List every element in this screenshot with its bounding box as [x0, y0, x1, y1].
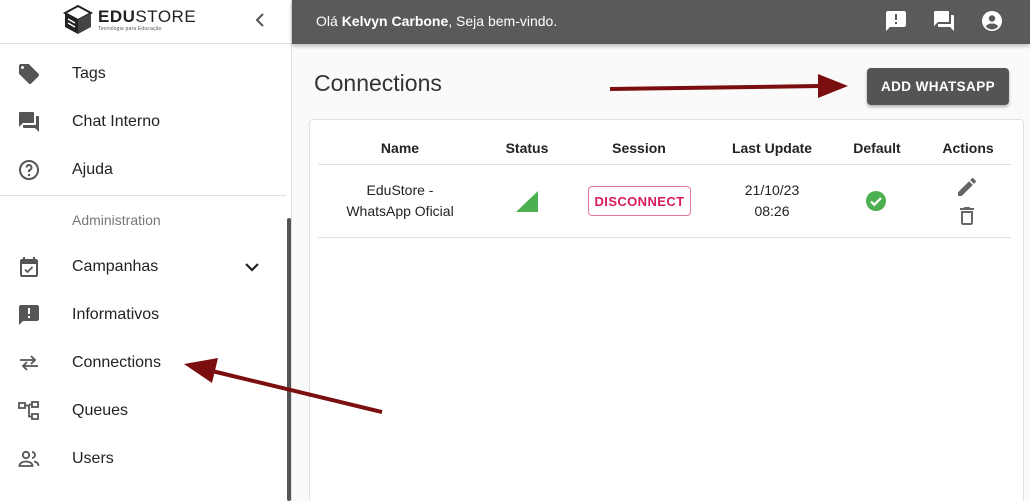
greeting-text: Olá Kelvyn Carbone, Seja bem-vindo.: [316, 13, 558, 29]
sidebar-item-informativos[interactable]: Informativos: [0, 291, 286, 339]
sidebar-item-chat-interno[interactable]: Chat Interno: [0, 98, 286, 146]
sidebar-divider: [0, 195, 286, 196]
sidebar-item-ajuda[interactable]: Ajuda: [0, 146, 286, 194]
chevron-down-icon[interactable]: [242, 255, 262, 279]
arrow-to-add-button: [609, 84, 821, 91]
forum-icon: [19, 112, 39, 132]
column-header-name: Name: [380, 140, 420, 156]
column-header-last-update: Last Update: [731, 140, 813, 156]
app-bar: Olá Kelvyn Carbone, Seja bem-vindo.: [292, 0, 1030, 44]
check-circle-icon: [866, 191, 886, 211]
connection-name: EduStore - WhatsApp Oficial: [346, 182, 454, 219]
column-header-default: Default: [853, 140, 901, 156]
tag-icon: [19, 64, 39, 84]
sidebar-item-campanhas[interactable]: Campanhas: [0, 243, 286, 291]
sidebar-item-users[interactable]: Users: [0, 435, 286, 483]
sidebar-item-label: Users: [72, 450, 114, 467]
sidebar-item-label: Tags: [72, 65, 106, 82]
sidebar-item-connections[interactable]: Connections: [0, 339, 286, 387]
people-icon: [18, 450, 40, 467]
cube-logo-icon: [62, 4, 94, 34]
row-divider: [318, 237, 1011, 238]
account-tree-icon: [18, 401, 39, 420]
page-title: Connections: [314, 70, 442, 96]
logo-tagline: Tecnologia para Educação: [98, 26, 162, 32]
sidebar-item-label: Queues: [72, 402, 129, 419]
sidebar-item-queues[interactable]: Queues: [0, 387, 286, 435]
arrow-head-right: [818, 74, 848, 98]
sidebar-item-label: Informativos: [72, 306, 160, 323]
section-label-administration: Administration: [72, 212, 161, 228]
last-update: 21/10/23 08:26: [744, 182, 800, 219]
account-circle-icon[interactable]: [980, 9, 1004, 33]
announcement-icon: [19, 305, 39, 325]
edit-icon[interactable]: [955, 175, 979, 199]
sidebar-header: EDUSTORE Tecnologia para Educação: [0, 0, 291, 44]
column-header-status: Status: [505, 140, 549, 156]
sidebar-item-label: Chat Interno: [72, 113, 161, 130]
delete-icon[interactable]: [955, 204, 979, 228]
announcement-icon[interactable]: [884, 9, 908, 33]
event-available-icon: [20, 257, 38, 277]
sidebar-item-label: Connections: [72, 354, 161, 371]
logo: EDUSTORE Tecnologia para Educação: [62, 4, 196, 36]
header-divider: [318, 164, 1011, 165]
column-header-session: Session: [612, 140, 666, 156]
sidebar-item-tags[interactable]: Tags: [0, 50, 286, 98]
sync-alt-icon: [20, 355, 38, 371]
user-name: Kelvyn Carbone: [341, 13, 449, 29]
chevron-left-icon[interactable]: [252, 10, 268, 30]
signal-icon: [516, 191, 538, 212]
connections-table: Name Status Session Last Update Default …: [309, 119, 1024, 501]
sidebar: EDUSTORE Tecnologia para Educação Tags C…: [0, 0, 292, 501]
sidebar-scrollbar[interactable]: [287, 218, 291, 501]
disconnect-button[interactable]: DISCONNECT: [588, 186, 691, 216]
add-whatsapp-button[interactable]: ADD WHATSAPP: [867, 68, 1009, 105]
logo-text: EDUSTORE: [98, 7, 197, 26]
forum-icon[interactable]: [932, 9, 956, 33]
help-circle-icon: [19, 160, 39, 180]
sidebar-item-label: Ajuda: [72, 161, 113, 178]
sidebar-item-label: Campanhas: [72, 258, 159, 275]
column-header-actions: Actions: [942, 140, 994, 156]
